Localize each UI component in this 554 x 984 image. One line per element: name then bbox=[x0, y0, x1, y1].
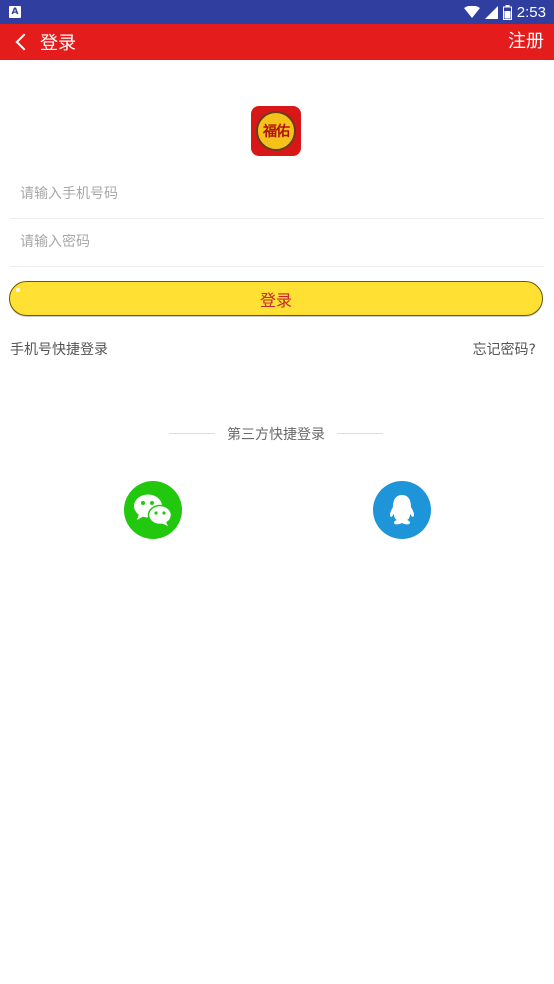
wechat-icon bbox=[134, 494, 173, 526]
third-party-title: 第三方快捷登录 bbox=[227, 427, 325, 443]
qq-login-button[interactable] bbox=[373, 481, 431, 539]
button-highlight bbox=[16, 288, 20, 292]
status-icons: 2:53 bbox=[463, 0, 546, 24]
page-title: 登录 bbox=[40, 33, 76, 54]
status-bar: A 2:53 bbox=[0, 0, 554, 24]
chevron-left-icon bbox=[15, 33, 33, 51]
password-input[interactable] bbox=[10, 218, 544, 266]
quick-login-link[interactable]: 手机号快捷登录 bbox=[10, 339, 108, 359]
login-button[interactable]: 登录 bbox=[9, 281, 543, 316]
app-logo: 福佑 bbox=[251, 106, 301, 156]
signal-icon bbox=[484, 5, 498, 19]
forgot-password-link[interactable]: 忘记密码? bbox=[473, 339, 536, 359]
app-bar: 登录 注册 bbox=[0, 24, 554, 60]
wechat-login-button[interactable] bbox=[124, 481, 182, 539]
clock: 2:53 bbox=[516, 3, 546, 21]
wifi-icon bbox=[463, 6, 480, 18]
login-button-label: 登录 bbox=[259, 290, 292, 310]
notification-app-icon: A bbox=[9, 6, 21, 18]
back-button[interactable]: 登录 bbox=[12, 24, 76, 60]
qq-icon bbox=[389, 495, 415, 525]
password-field-container bbox=[10, 218, 544, 267]
register-button[interactable]: 注册 bbox=[508, 24, 544, 60]
phone-input[interactable] bbox=[10, 170, 544, 218]
phone-field-container bbox=[10, 170, 544, 219]
app-logo-emblem: 福佑 bbox=[256, 111, 296, 151]
battery-icon bbox=[502, 4, 512, 20]
